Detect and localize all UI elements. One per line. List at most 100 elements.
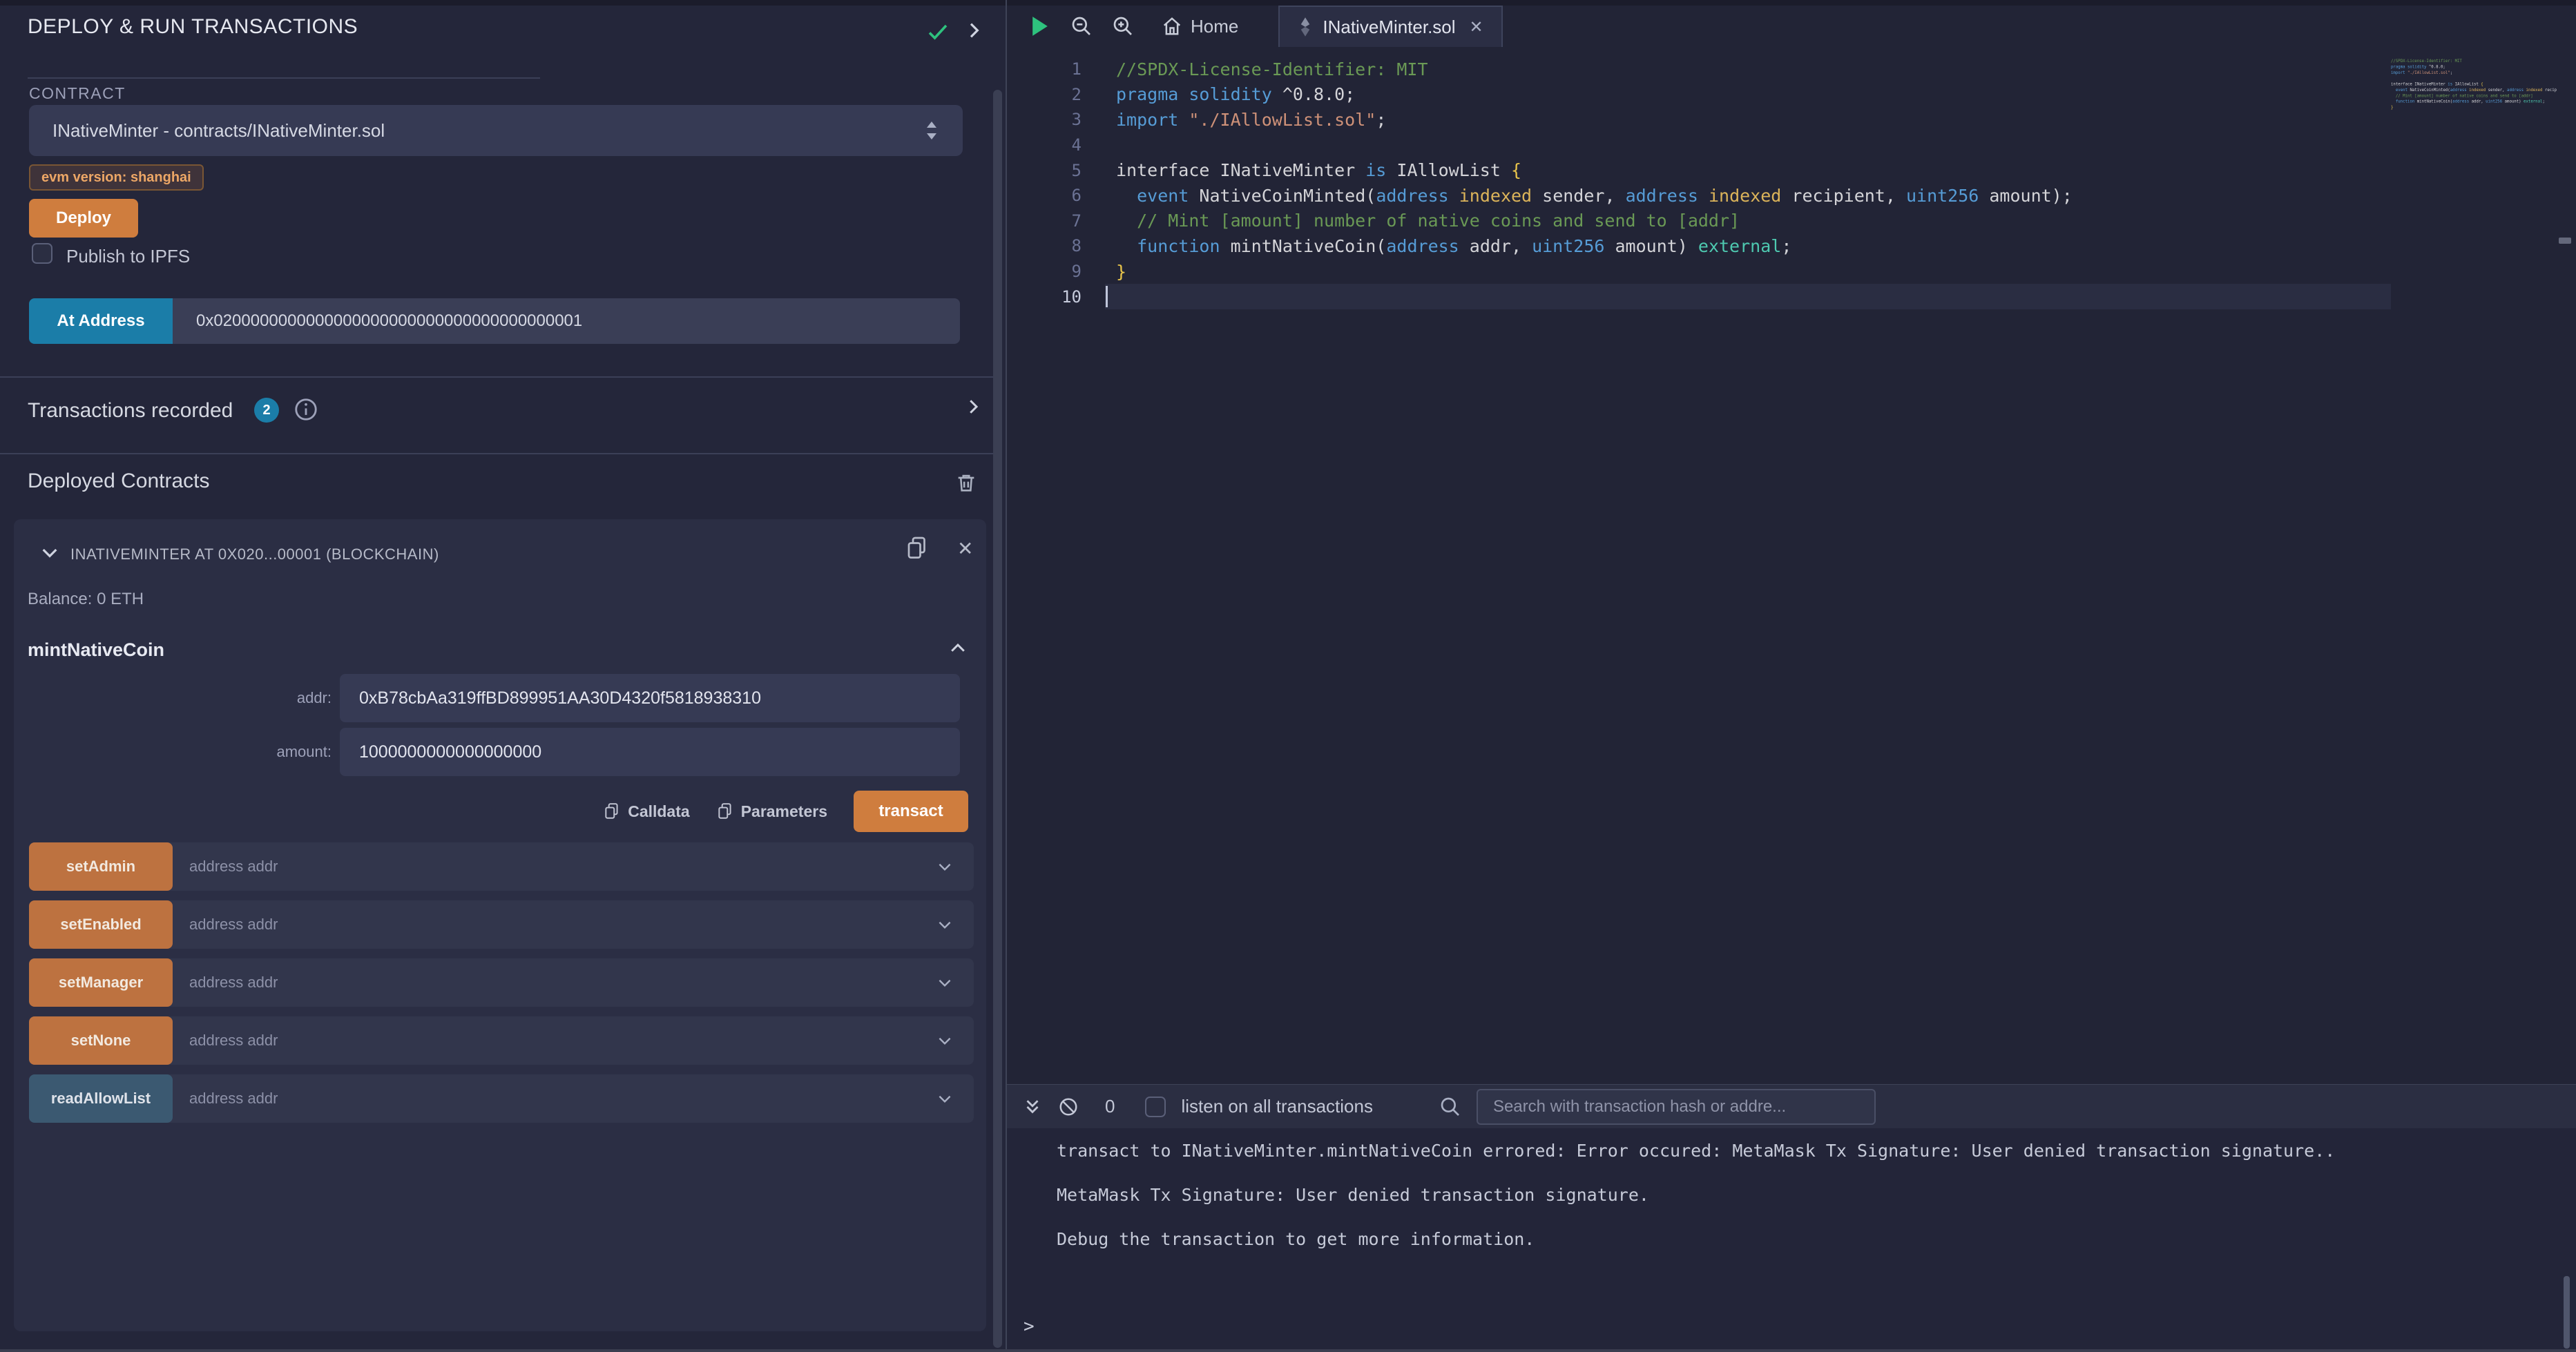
code-line[interactable]: 2pragma solidity ^0.8.0; — [2391, 64, 2557, 69]
clear-console-icon[interactable] — [1058, 1097, 1079, 1117]
readAllowList-button[interactable]: readAllowList — [29, 1074, 173, 1123]
setManager-input[interactable] — [169, 958, 974, 1007]
zoom-in-icon[interactable] — [1112, 15, 1134, 37]
code-area[interactable]: 1//SPDX-License-Identifier: MIT2pragma s… — [1007, 57, 2388, 309]
panel-scrollbar[interactable] — [993, 90, 1002, 1348]
code-line[interactable]: 9} — [1007, 259, 2388, 284]
remix-ide-window: DEPLOY & RUN TRANSACTIONS CONTRACT INati… — [0, 0, 2576, 1352]
copy-calldata-label: Calldata — [628, 802, 689, 821]
code-line[interactable]: 7 // Mint [amount] number of native coin… — [2391, 93, 2557, 98]
terminal-line: MetaMask Tx Signature: User denied trans… — [1057, 1185, 2335, 1229]
terminal-scrollbar[interactable] — [2564, 1276, 2570, 1349]
deploy-run-panel: DEPLOY & RUN TRANSACTIONS CONTRACT INati… — [0, 6, 993, 1349]
transactions-recorded-label: Transactions recorded — [28, 399, 233, 423]
code-text: interface INativeMinter is IAllowList { — [1116, 160, 1521, 180]
code-text: } — [1116, 262, 1126, 282]
setNone-button[interactable]: setNone — [29, 1016, 173, 1065]
copy-parameters-button[interactable]: Parameters — [716, 801, 827, 822]
code-line[interactable]: 9} — [2391, 104, 2557, 110]
minimap[interactable]: 1//SPDX-License-Identifier: MIT2pragma s… — [2391, 58, 2557, 265]
pending-tx-count: 0 — [1105, 1096, 1115, 1117]
code-line[interactable]: 10 — [2391, 110, 2557, 115]
line-number: 1 — [1007, 59, 1082, 79]
deploy-button[interactable]: Deploy — [29, 199, 138, 238]
trash-icon[interactable] — [954, 471, 978, 494]
transact-button[interactable]: transact — [854, 791, 968, 832]
code-line[interactable]: 5interface INativeMinter is IAllowList { — [2391, 81, 2557, 87]
setEnabled-input[interactable] — [169, 900, 974, 949]
function-collapse-chevron-icon[interactable] — [946, 638, 970, 659]
terminal-line: Debug the transaction to get more inform… — [1057, 1229, 2335, 1273]
copy-calldata-button[interactable]: Calldata — [603, 801, 689, 822]
top-strip — [0, 0, 2576, 6]
terminal-search-input[interactable] — [1477, 1089, 1876, 1125]
page-title: DEPLOY & RUN TRANSACTIONS — [28, 15, 358, 39]
code-line[interactable]: 4 — [2391, 75, 2557, 81]
code-text: //SPDX-License-Identifier: MIT — [2391, 59, 2462, 64]
editor-tabbar: Home INativeMinter.sol ✕ — [1007, 6, 2576, 47]
code-line[interactable]: 8 function mintNativeCoin(address addr, … — [1007, 233, 2388, 259]
chevron-down-icon[interactable] — [935, 974, 954, 992]
addr-field-input[interactable] — [340, 674, 960, 722]
code-line[interactable]: 4 — [1007, 133, 2388, 158]
home-icon — [1162, 16, 1182, 37]
transactions-expand-chevron-icon[interactable] — [963, 396, 983, 417]
tab-home-label: Home — [1191, 16, 1238, 37]
code-line[interactable]: 6 event NativeCoinMinted(address indexed… — [1007, 183, 2388, 209]
info-icon[interactable] — [293, 396, 319, 423]
balance-label: Balance: 0 ETH — [28, 590, 144, 609]
setAdmin-input[interactable] — [169, 842, 974, 891]
chevron-down-icon[interactable] — [935, 858, 954, 876]
code-line[interactable]: 2pragma solidity ^0.8.0; — [1007, 82, 2388, 108]
setNone-input[interactable] — [169, 1016, 974, 1065]
copy-icon[interactable] — [905, 534, 930, 562]
chevron-down-icon[interactable] — [935, 916, 954, 934]
chevron-down-icon[interactable] — [935, 1090, 954, 1108]
code-line[interactable]: 3import "./IAllowList.sol"; — [2391, 70, 2557, 75]
function-row-readAllowList: readAllowList — [29, 1074, 974, 1123]
run-script-icon[interactable] — [1029, 15, 1051, 38]
line-number: 6 — [1007, 186, 1082, 205]
contract-select[interactable]: INativeMinter - contracts/INativeMinter.… — [29, 105, 963, 156]
code-editor: Home INativeMinter.sol ✕ 1//SPDX-License… — [1007, 6, 2576, 1084]
code-line[interactable]: 6 event NativeCoinMinted(address indexed… — [2391, 87, 2557, 93]
bottom-strip — [0, 1349, 2576, 1352]
line-number: 3 — [1007, 110, 1082, 129]
at-address-input[interactable] — [173, 298, 960, 344]
listen-transactions-checkbox[interactable] — [1145, 1097, 1166, 1117]
terminal-prompt[interactable]: > — [1023, 1316, 1035, 1337]
contract-instance-title[interactable]: INATIVEMINTER AT 0X020...00001 (BLOCKCHA… — [70, 545, 439, 563]
chevron-down-icon[interactable] — [935, 1032, 954, 1050]
function-row-setEnabled: setEnabled — [29, 900, 974, 949]
panel-expand-chevron-icon[interactable] — [963, 19, 985, 41]
contract-select-value: INativeMinter - contracts/INativeMinter.… — [52, 120, 385, 142]
code-text: // Mint [amount] number of native coins … — [2391, 93, 2533, 98]
tab-inativeminter[interactable]: INativeMinter.sol ✕ — [1278, 6, 1502, 47]
function-action-row: Calldata Parameters transact — [14, 790, 968, 833]
code-line[interactable]: 8 function mintNativeCoin(address addr, … — [2391, 99, 2557, 104]
code-line[interactable]: 1//SPDX-License-Identifier: MIT — [2391, 58, 2557, 64]
contract-collapse-chevron-icon[interactable] — [39, 541, 61, 563]
setEnabled-button[interactable]: setEnabled — [29, 900, 173, 949]
amount-field-label: amount: — [28, 743, 331, 761]
at-address-button[interactable]: At Address — [29, 298, 173, 344]
zoom-out-icon[interactable] — [1070, 15, 1093, 37]
code-line[interactable]: 10 — [1007, 284, 2388, 309]
publish-ipfs-checkbox[interactable] — [32, 243, 52, 264]
search-icon — [1439, 1096, 1461, 1118]
code-text: pragma solidity ^0.8.0; — [2391, 64, 2445, 69]
code-line[interactable]: 1//SPDX-License-Identifier: MIT — [1007, 57, 2388, 82]
setAdmin-button[interactable]: setAdmin — [29, 842, 173, 891]
compile-success-check-icon — [925, 19, 950, 44]
code-line[interactable]: 5interface INativeMinter is IAllowList { — [1007, 157, 2388, 183]
readAllowList-input[interactable] — [169, 1074, 974, 1123]
tab-close-icon[interactable]: ✕ — [1470, 17, 1483, 37]
terminal-collapse-icon[interactable] — [1022, 1097, 1043, 1117]
setManager-button[interactable]: setManager — [29, 958, 173, 1007]
close-icon[interactable]: ✕ — [957, 537, 973, 560]
tab-home[interactable]: Home — [1162, 16, 1238, 37]
code-line[interactable]: 3import "./IAllowList.sol"; — [1007, 107, 2388, 133]
at-address-row: At Address — [29, 298, 960, 344]
amount-field-input[interactable] — [340, 728, 960, 776]
code-line[interactable]: 7 // Mint [amount] number of native coin… — [1007, 209, 2388, 234]
